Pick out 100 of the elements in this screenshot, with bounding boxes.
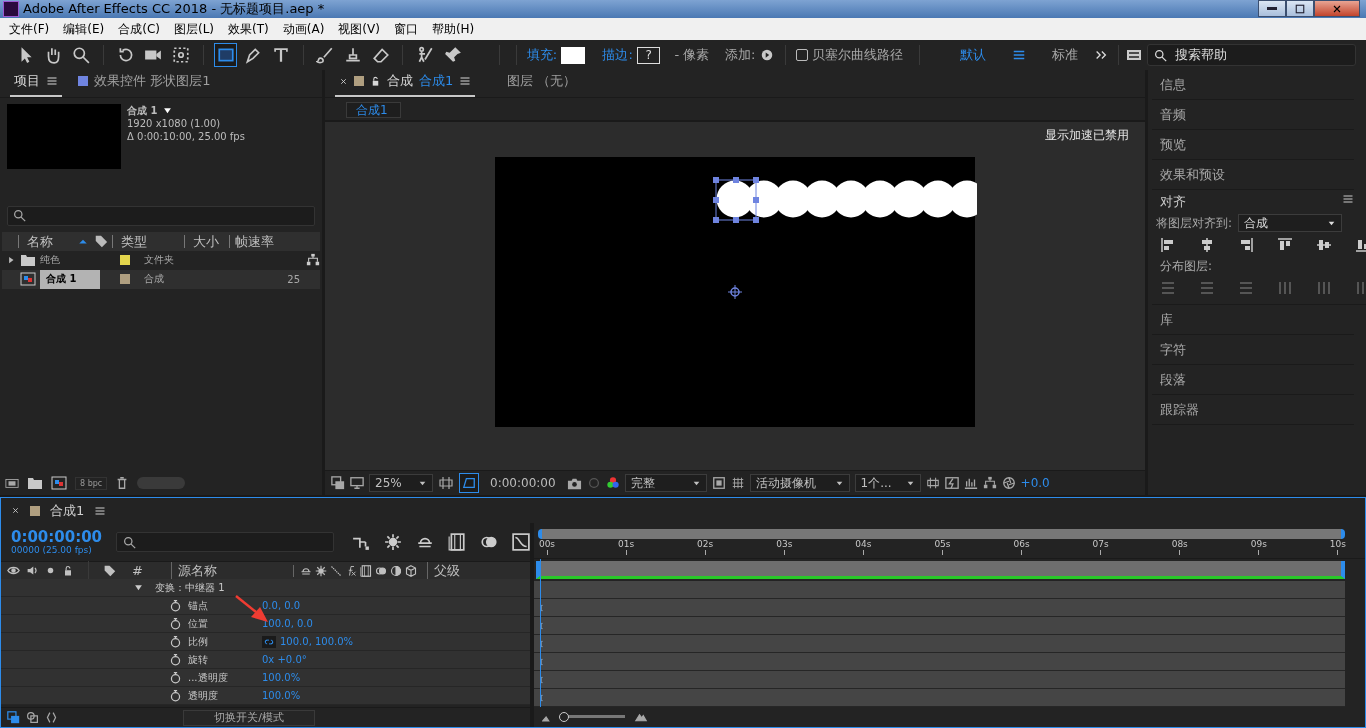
new-composition-icon[interactable]: [51, 475, 67, 491]
sliders-icon[interactable]: [1125, 47, 1144, 63]
toggle-switches-modes-button[interactable]: 切换开关/模式: [183, 709, 315, 726]
frame-icon[interactable]: [925, 476, 940, 490]
panel-menu-icon[interactable]: [94, 504, 107, 517]
stack-icon[interactable]: [331, 476, 345, 490]
time-ruler[interactable]: 00s 01s 02s 03s 04s 05s 06s 07s 08s 09s 10s: [534, 539, 1365, 559]
panel-title[interactable]: 跟踪器: [1152, 395, 1354, 425]
panel-title[interactable]: 预览: [1152, 130, 1354, 160]
lock-icon[interactable]: [62, 564, 74, 577]
cube-icon[interactable]: [405, 564, 418, 577]
workspace-menu-icon[interactable]: [1012, 48, 1027, 62]
column-header[interactable]: #: [131, 563, 166, 578]
mountain-icon[interactable]: [633, 711, 649, 723]
close-icon[interactable]: [11, 506, 20, 515]
label-color-swatch[interactable]: [120, 274, 130, 285]
label-tag-icon[interactable]: [102, 564, 116, 577]
align-middle-icon[interactable]: [1316, 237, 1332, 253]
adjustment-icon[interactable]: [390, 564, 403, 577]
layer-search-field[interactable]: [116, 532, 334, 552]
menu-item[interactable]: 帮助(H): [424, 20, 482, 38]
label-color-swatch[interactable]: [120, 255, 130, 266]
resolution-dropdown[interactable]: 完整: [624, 474, 707, 492]
panel-tab[interactable]: 项目: [10, 72, 62, 97]
fill-swatch[interactable]: [561, 46, 585, 64]
align-center-icon[interactable]: [1199, 237, 1215, 253]
new-folder-icon[interactable]: [27, 475, 43, 491]
bar-chart-icon[interactable]: [963, 476, 978, 490]
double-chevron-icon[interactable]: [1094, 48, 1109, 62]
viewer-tab[interactable]: 图层 （无）: [503, 72, 581, 97]
panel-title[interactable]: 字符: [1152, 335, 1354, 365]
sun-icon[interactable]: [315, 564, 328, 577]
expand-triangle-icon[interactable]: [134, 583, 143, 592]
menu-item[interactable]: 合成(C): [111, 20, 167, 38]
film-icon[interactable]: [360, 564, 373, 577]
project-search-field[interactable]: [7, 205, 315, 226]
rectangle-tool[interactable]: [213, 43, 238, 67]
property-value[interactable]: 0.0, 0.0: [262, 600, 301, 611]
menu-item[interactable]: 视图(V): [331, 20, 387, 38]
panel-title[interactable]: 效果和预设: [1152, 160, 1354, 190]
workspace-tab[interactable]: 默认: [952, 46, 995, 64]
overlap-icon[interactable]: [26, 711, 39, 724]
column-header[interactable]: 名称: [18, 234, 76, 248]
panel-title[interactable]: 库: [1152, 305, 1354, 335]
views-dropdown[interactable]: 1个...: [854, 474, 921, 492]
align-right-icon[interactable]: [1238, 237, 1254, 253]
solo-dot-icon[interactable]: [45, 565, 56, 576]
help-search-field[interactable]: 搜索帮助: [1147, 44, 1356, 66]
breadcrumb[interactable]: 合成1: [346, 102, 401, 118]
graph-editor-icon[interactable]: [512, 533, 530, 551]
crop-icon[interactable]: [438, 475, 454, 491]
motion-blur-icon[interactable]: [375, 564, 388, 577]
timecode[interactable]: 0:00:00:00: [11, 528, 103, 545]
region-icon[interactable]: [711, 476, 726, 490]
project-row[interactable]: 纯色 文件夹: [2, 250, 320, 270]
menu-item[interactable]: 文件(F): [2, 20, 57, 38]
mask-visibility-toggle[interactable]: [459, 473, 479, 493]
stopwatch-icon[interactable]: [169, 635, 182, 648]
stopwatch-icon[interactable]: [169, 617, 182, 630]
interpret-footage-icon[interactable]: [5, 476, 19, 490]
panel-title[interactable]: 信息: [1152, 70, 1354, 100]
menu-item[interactable]: 动画(A): [275, 20, 332, 38]
workspace-tab[interactable]: 标准: [1044, 46, 1087, 64]
stopwatch-icon[interactable]: [169, 689, 182, 702]
viewer-tab[interactable]: 合成 合成1: [335, 72, 476, 97]
zoom-dropdown[interactable]: 25%: [369, 474, 433, 492]
menu-item[interactable]: 编辑(E): [56, 20, 112, 38]
property-value[interactable]: 100.0%: [262, 672, 301, 683]
selection-handles-drawing[interactable]: [712, 176, 760, 224]
stopwatch-icon[interactable]: [169, 599, 182, 612]
panel-tab[interactable]: 效果控件 形状图层1: [74, 72, 215, 97]
property-value[interactable]: 100.0%: [262, 690, 301, 701]
menu-item[interactable]: 图层(L): [166, 20, 222, 38]
panel-title[interactable]: 段落: [1152, 365, 1354, 395]
align-left-icon[interactable]: [1160, 237, 1176, 253]
align-top-icon[interactable]: [1277, 237, 1293, 253]
panel-title[interactable]: 音频: [1152, 100, 1354, 130]
align-to-dropdown[interactable]: 合成: [1238, 214, 1343, 232]
stopwatch-icon[interactable]: [169, 653, 182, 666]
column-header[interactable]: 类型: [112, 234, 184, 248]
anchor-point-icon[interactable]: [727, 284, 743, 300]
property-value[interactable]: 0x +0.0°: [262, 654, 307, 665]
bit-depth-button[interactable]: 8 bpc: [75, 476, 108, 490]
menu-item[interactable]: 窗口: [386, 20, 425, 38]
label-tag-icon[interactable]: [94, 234, 108, 249]
brackets-icon[interactable]: [45, 711, 58, 724]
stroke-swatch[interactable]: ?: [636, 46, 661, 64]
minimize-button[interactable]: [1258, 0, 1286, 17]
timeline-tab[interactable]: 合成1: [50, 501, 85, 520]
exposure-value[interactable]: +0.0: [1020, 476, 1050, 490]
menu-item[interactable]: 效果(T): [221, 20, 276, 38]
speaker-icon[interactable]: [26, 564, 39, 577]
shutter-icon[interactable]: [1001, 476, 1016, 490]
project-row[interactable]: 合成 1 合成 25: [2, 269, 320, 289]
stopwatch-icon[interactable]: [169, 671, 182, 684]
color-channels-icon[interactable]: [605, 476, 620, 490]
film-icon[interactable]: [448, 533, 466, 551]
panel-menu-icon[interactable]: [1342, 193, 1354, 205]
fast-preview-icon[interactable]: [944, 476, 959, 490]
column-header[interactable]: 大小: [184, 234, 229, 248]
